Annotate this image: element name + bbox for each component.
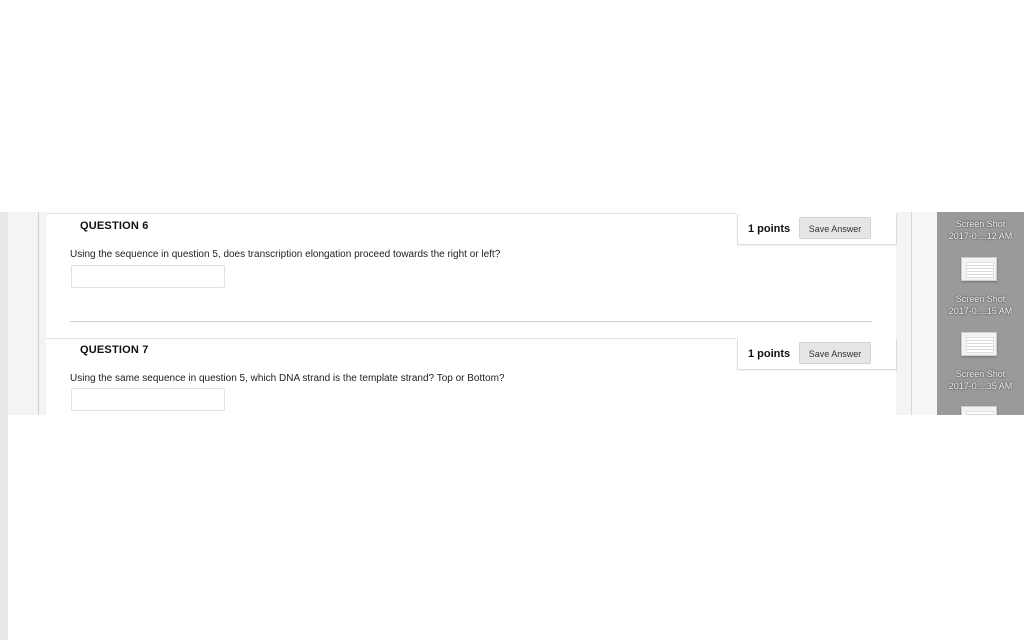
thumbnail-3-label[interactable]: Screen Shot 2017-0....35 AM [937, 368, 1024, 392]
thumbnail-2-name: Screen Shot [955, 294, 1006, 304]
thumbnail-preview [966, 411, 994, 415]
thumbnail-3-name: Screen Shot [955, 369, 1006, 379]
question-6-save-answer-button[interactable]: Save Answer [799, 217, 871, 239]
question-7-title: QUESTION 7 [80, 344, 149, 356]
thumbnail-1-label[interactable]: Screen Shot 2017-0....12 AM [937, 218, 1024, 242]
thumbnail-2-date: 2017-0....15 AM [948, 306, 1013, 316]
question-6-points-box: 1 points Save Answer [737, 214, 897, 245]
question-7-block: QUESTION 7 1 points Save Answer Using th… [46, 337, 897, 415]
assessment-frame: QUESTION 6 1 points Save Answer Using th… [8, 212, 912, 415]
question-6-text: Using the sequence in question 5, does t… [70, 249, 501, 260]
sidebar-gap [912, 212, 937, 415]
question-header-line [46, 338, 736, 339]
question-header-line [46, 213, 736, 214]
desktop-thumbnails-sidebar: Screen Shot 2017-0....12 AM Screen Shot … [937, 212, 1024, 415]
thumbnail-1-name: Screen Shot [955, 219, 1006, 229]
screenshot-thumbnail-icon[interactable] [961, 257, 997, 281]
question-7-text: Using the same sequence in question 5, w… [70, 373, 505, 384]
screenshot-thumbnail-icon[interactable] [961, 406, 997, 415]
thumbnail-preview [966, 262, 994, 278]
thumbnail-3-date: 2017-0....35 AM [948, 381, 1013, 391]
question-7-points-box: 1 points Save Answer [737, 339, 897, 370]
question-6-answer-input[interactable] [71, 265, 225, 288]
question-6-title: QUESTION 6 [80, 220, 149, 232]
questions-content: QUESTION 6 1 points Save Answer Using th… [46, 212, 897, 415]
screenshot-thumbnail-icon[interactable] [961, 332, 997, 356]
question-7-answer-input[interactable] [71, 388, 225, 411]
question-divider [70, 321, 872, 322]
question-6-block: QUESTION 6 1 points Save Answer Using th… [46, 212, 897, 336]
question-7-save-answer-button[interactable]: Save Answer [799, 342, 871, 364]
left-window-edge [0, 212, 8, 640]
frame-border-left [38, 212, 39, 415]
thumbnail-preview [966, 337, 994, 353]
question-7-points: 1 points [748, 348, 791, 360]
question-6-points: 1 points [748, 223, 791, 235]
thumbnail-2-label[interactable]: Screen Shot 2017-0....15 AM [937, 293, 1024, 317]
thumbnail-1-date: 2017-0....12 AM [948, 231, 1013, 241]
